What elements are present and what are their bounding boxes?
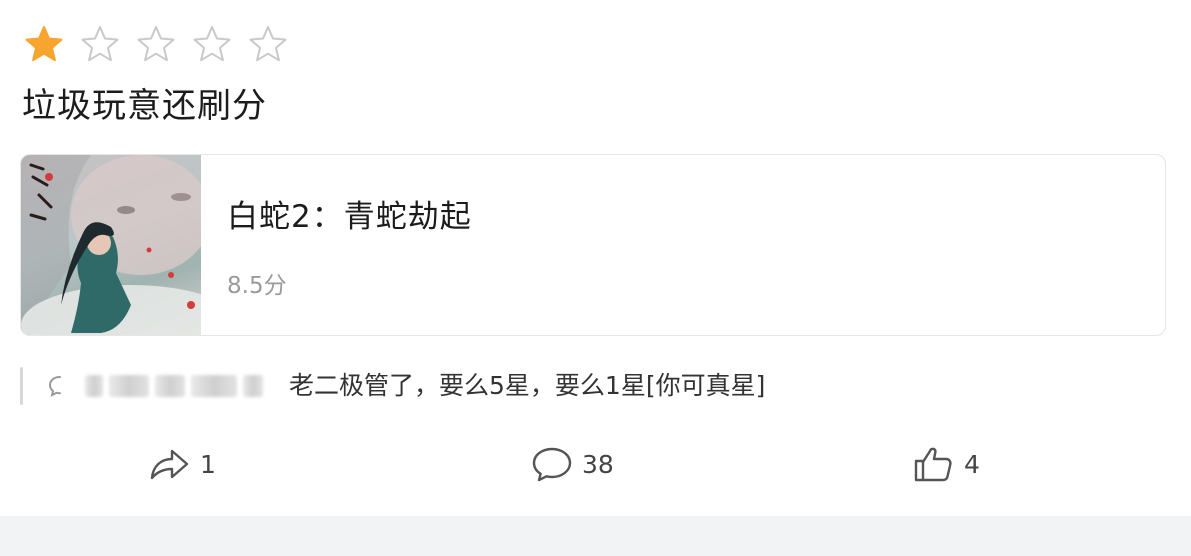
star-empty-icon: [137, 26, 175, 62]
comment-button[interactable]: 38: [530, 440, 614, 488]
comment-text: 老二极管了，要么5星，要么1星[你可真星]: [289, 371, 766, 400]
blurred-username: [85, 374, 267, 398]
star-filled-icon: [25, 26, 63, 62]
share-count: 1: [200, 449, 216, 479]
like-count: 4: [964, 449, 980, 479]
movie-title[interactable]: 白蛇2：青蛇劫起: [227, 197, 472, 237]
thumbs-up-icon: [914, 447, 952, 482]
movie-poster-image: [21, 155, 201, 335]
quote-bar: [20, 367, 23, 405]
star-empty-icon: [193, 26, 231, 62]
movie-card[interactable]: 白蛇2：青蛇劫起 8.5分: [20, 154, 1166, 336]
star-empty-icon: [249, 26, 287, 62]
action-bar: 1 38 4: [0, 440, 1191, 488]
comment-preview[interactable]: 老二极管了，要么5星，要么1星[你可真星]: [20, 366, 765, 406]
movie-score: 8.5分: [227, 273, 287, 299]
share-button[interactable]: 1: [148, 440, 216, 488]
comment-bubble-icon: [48, 376, 61, 397]
star-empty-icon: [81, 26, 119, 62]
comment-count: 38: [582, 449, 614, 479]
rating-stars: [24, 24, 288, 64]
comment-icon: [532, 447, 572, 482]
review-text: 垃圾玩意还刷分: [22, 86, 267, 126]
review-post: 垃圾玩意还刷分 白蛇2：青蛇劫起 8.5分 老二极管了，要么5星，要么1星[你可…: [0, 0, 1191, 556]
feed-divider: [0, 516, 1191, 556]
like-button[interactable]: 4: [912, 440, 980, 488]
movie-info: 白蛇2：青蛇劫起 8.5分: [201, 155, 472, 335]
share-arrow-icon: [150, 449, 189, 480]
poster-artwork: [21, 155, 201, 335]
